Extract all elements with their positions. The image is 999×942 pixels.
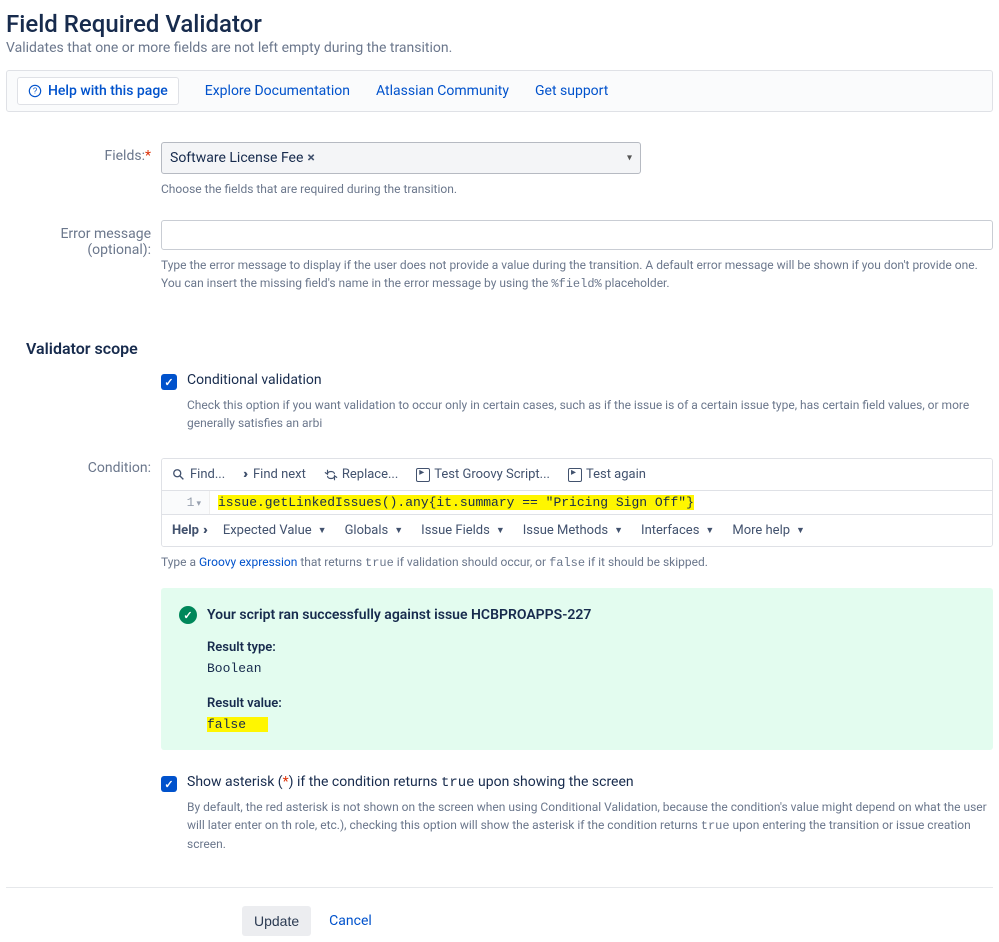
fields-hint: Choose the fields that are required duri… (161, 180, 993, 198)
find-next-button[interactable]: ›› Find next (243, 467, 306, 482)
run-icon (416, 468, 430, 482)
line-number-gutter: 1▾ (162, 491, 210, 514)
get-support-link[interactable]: Get support (535, 83, 608, 99)
remove-tag-icon[interactable]: × (307, 150, 314, 166)
error-message-hint: Type the error message to display if the… (161, 256, 993, 293)
editor-bottombar: Help ›› Expected Value▼ Globals▼ Issue F… (162, 514, 992, 546)
page-title: Field Required Validator (6, 10, 993, 38)
condition-editor: Find... ›› Find next Replace... Test Gro… (161, 458, 993, 547)
condition-label: Condition: (6, 454, 161, 476)
error-message-input[interactable] (161, 220, 993, 250)
chevron-down-icon: ▾ (627, 153, 632, 164)
code-line-1: issue.getLinkedIssues().any{it.summary =… (218, 495, 694, 510)
result-value: false (207, 717, 268, 732)
result-value-label: Result value: (207, 696, 975, 711)
page-subtitle: Validates that one or more fields are no… (6, 40, 993, 56)
globals-menu[interactable]: Globals▼ (345, 523, 404, 538)
validator-scope-heading: Validator scope (26, 339, 993, 358)
help-with-page-label: Help with this page (48, 83, 168, 99)
chevron-right-icon: ›› (203, 523, 205, 538)
help-with-page-button[interactable]: ? Help with this page (17, 77, 179, 105)
result-type-value: Boolean (207, 661, 975, 676)
script-result-panel: ✓ Your script ran successfully against i… (161, 588, 993, 750)
editor-help-button[interactable]: Help ›› (172, 523, 205, 538)
show-asterisk-label: Show asterisk (*) if the condition retur… (187, 774, 634, 791)
error-message-label: Error message (optional): (6, 220, 161, 258)
replace-icon (324, 468, 338, 482)
find-button[interactable]: Find... (172, 467, 225, 482)
script-result-heading: Your script ran successfully against iss… (207, 607, 591, 623)
help-icon: ? (28, 84, 42, 98)
conditional-validation-checkbox[interactable]: ✓ (161, 374, 177, 390)
more-help-menu[interactable]: More help▼ (732, 523, 805, 538)
interfaces-menu[interactable]: Interfaces▼ (641, 523, 714, 538)
svg-text:?: ? (33, 87, 38, 96)
cancel-link[interactable]: Cancel (329, 913, 372, 929)
run-icon (568, 468, 582, 482)
find-next-icon: ›› (243, 467, 245, 482)
separator (6, 887, 993, 888)
issue-methods-menu[interactable]: Issue Methods▼ (523, 523, 623, 538)
editor-toolbar: Find... ›› Find next Replace... Test Gro… (162, 459, 992, 491)
test-groovy-button[interactable]: Test Groovy Script... (416, 467, 550, 482)
show-asterisk-hint: By default, the red asterisk is not show… (187, 798, 993, 853)
help-bar: ? Help with this page Explore Documentat… (6, 70, 993, 112)
fields-select[interactable]: Software License Fee × ▾ (161, 142, 641, 174)
explore-documentation-link[interactable]: Explore Documentation (205, 83, 350, 99)
result-type-label: Result type: (207, 640, 975, 655)
replace-button[interactable]: Replace... (324, 467, 398, 482)
test-again-button[interactable]: Test again (568, 467, 646, 482)
issue-fields-menu[interactable]: Issue Fields▼ (421, 523, 505, 538)
update-button[interactable]: Update (242, 906, 311, 936)
fields-label: Fields:* (6, 142, 161, 164)
search-icon (172, 468, 186, 482)
groovy-expression-link[interactable]: Groovy expression (199, 555, 297, 569)
success-icon: ✓ (179, 606, 197, 624)
fields-selected-tag: Software License Fee (170, 150, 303, 166)
condition-hint: Type a Groovy expression that returns tr… (161, 555, 993, 570)
atlassian-community-link[interactable]: Atlassian Community (376, 83, 509, 99)
show-asterisk-checkbox[interactable]: ✓ (161, 776, 177, 792)
conditional-validation-label: Conditional validation (187, 372, 322, 388)
code-editor[interactable]: 1▾ issue.getLinkedIssues().any{it.summar… (162, 491, 992, 514)
conditional-validation-hint: Check this option if you want validation… (187, 396, 993, 432)
expected-value-menu[interactable]: Expected Value▼ (223, 523, 327, 538)
